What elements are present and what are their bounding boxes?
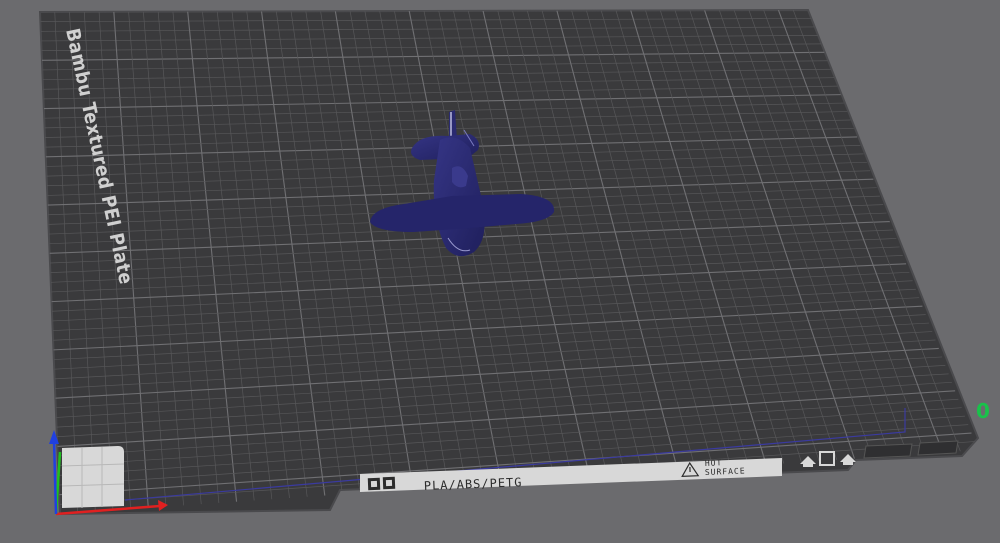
material-label: PLA/ABS/PETG — [424, 475, 523, 493]
3d-viewport[interactable]: Bambu Textured PEI Plate PLA/ABS/PETG HO… — [0, 0, 1000, 543]
plate-notch — [863, 443, 913, 459]
plate-notch-right — [917, 440, 959, 456]
origin-marker: 0 — [976, 399, 990, 423]
axis-z — [52, 439, 58, 515]
calibration-patch[interactable] — [62, 446, 124, 508]
build-plate-scene[interactable]: Bambu Textured PEI Plate PLA/ABS/PETG HO… — [0, 0, 1000, 543]
warning-line2: SURFACE — [705, 466, 746, 477]
